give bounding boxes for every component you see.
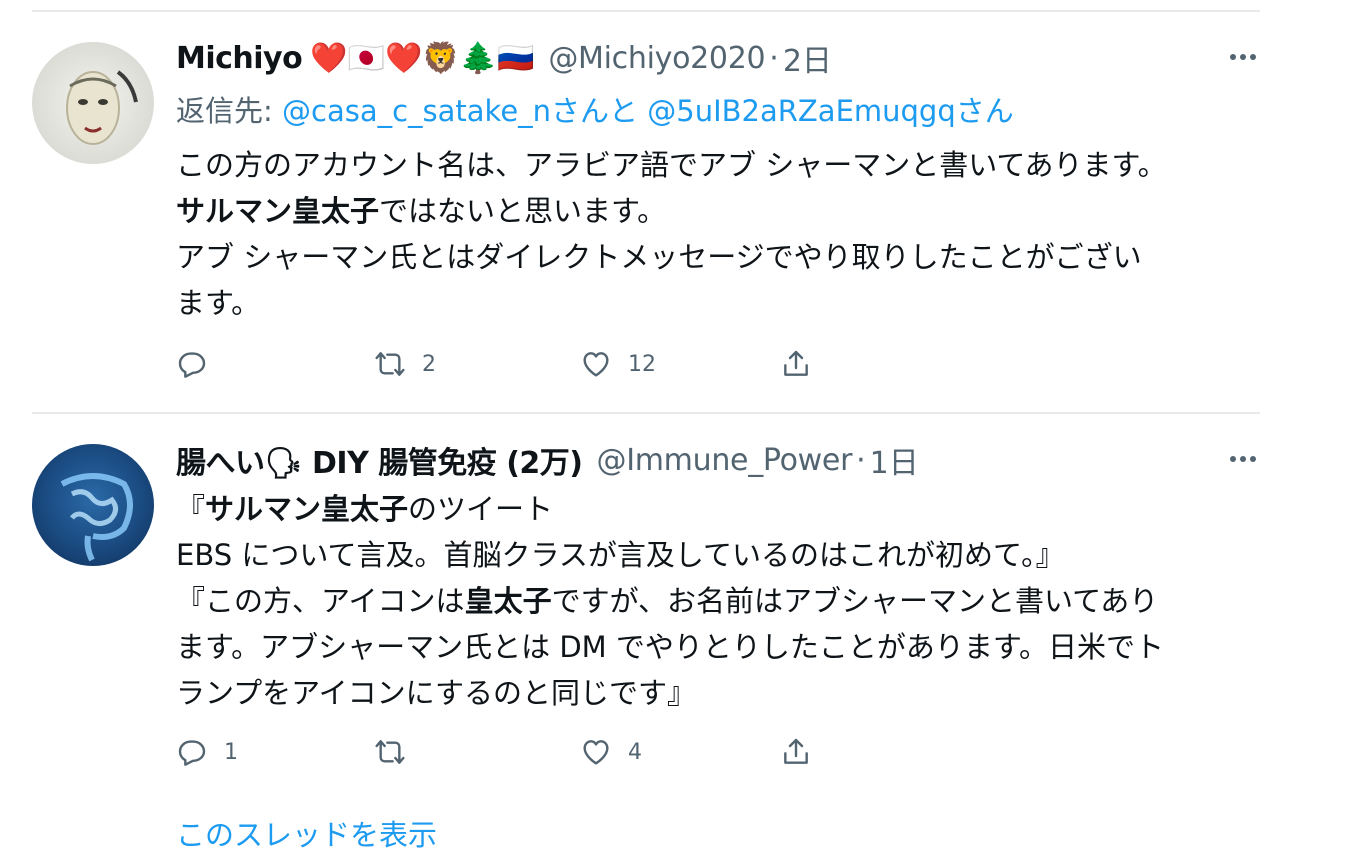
like-count: 12 [628, 351, 656, 377]
share-icon [784, 738, 808, 764]
like-count: 4 [628, 739, 642, 765]
reply-button[interactable] [176, 346, 224, 382]
text-line: 『この方、アイコンは皇太子ですが、お名前はアブシャーマンと書いてあり [176, 584, 1159, 618]
avatar[interactable] [32, 444, 154, 566]
retweet-icon [375, 352, 405, 376]
show-thread-link[interactable]: このスレッドを表示 [176, 812, 437, 854]
timestamp[interactable]: 1日 [870, 438, 919, 482]
like-button[interactable]: 12 [580, 346, 656, 382]
text-line: サルマン皇太子ではないと思います。 [176, 194, 667, 228]
reply-icon [178, 352, 206, 378]
more-options-icon[interactable] [1228, 42, 1258, 72]
intestine-avatar-image [60, 473, 133, 562]
user-handle[interactable]: @Michiyo2020 [548, 41, 765, 76]
share-button[interactable] [780, 734, 812, 770]
text-line: ます。 [176, 286, 261, 320]
reply-count: 1 [224, 739, 238, 765]
heart-icon [583, 740, 609, 765]
tweet-header: 腸へい🗣 DIY 腸管免疫 (2万) @Immune_Power · 1日 [176, 438, 919, 482]
tweet-2[interactable]: 腸へい🗣 DIY 腸管免疫 (2万) @Immune_Power · 1日 『サ… [0, 414, 1360, 863]
name-emojis: ❤️🇯🇵❤️🦁🌲🇷🇺 [310, 40, 535, 76]
tweet-text: 『サルマン皇太子のツイート EBS について言及。首脳クラスが言及しているのはこ… [176, 486, 1266, 716]
retweet-icon [375, 740, 405, 764]
heart-icon [583, 352, 609, 377]
display-name[interactable]: 腸へい🗣 DIY 腸管免疫 (2万) [176, 438, 583, 482]
reply-context: 返信先: @casa_c_satake_nさんと @5uIB2aRZaEmuqg… [176, 88, 1014, 130]
share-icon [784, 350, 808, 376]
tweet-1[interactable]: Michiyo ❤️🇯🇵❤️🦁🌲🇷🇺 @Michiyo2020 · 2日 返信先… [0, 0, 1360, 410]
text-line: EBS について言及。首脳クラスが言及しているのはこれが初めて。』 [176, 538, 1065, 572]
text-line: この方のアカウント名は、アラビア語でアブ シャーマンと書いてあります。 [176, 148, 1167, 182]
user-handle[interactable]: @Immune_Power [597, 443, 853, 478]
text-line: ランプをアイコンにするのと同じです』 [176, 676, 696, 710]
timestamp[interactable]: 2日 [783, 36, 832, 80]
separator-dot: · [769, 40, 779, 76]
retweet-button[interactable] [374, 734, 422, 770]
separator-dot: · [856, 442, 866, 478]
display-name[interactable]: Michiyo [176, 41, 303, 76]
tweet-actions: 1 4 [176, 734, 836, 770]
share-button[interactable] [780, 346, 812, 382]
tweet-text: この方のアカウント名は、アラビア語でアブ シャーマンと書いてあります。 サルマン… [176, 142, 1266, 326]
reply-button[interactable]: 1 [176, 734, 238, 770]
tweet-header: Michiyo ❤️🇯🇵❤️🦁🌲🇷🇺 @Michiyo2020 · 2日 [176, 36, 832, 80]
retweet-button[interactable]: 2 [374, 346, 436, 382]
reply-user-link-1[interactable]: @casa_c_satake_n [282, 94, 551, 128]
text-line: アブ シャーマン氏とはダイレクトメッセージでやり取りしたことがござい [176, 240, 1142, 274]
reply-prefix: 返信先: [176, 94, 282, 128]
reply-mid-text: さんと [551, 94, 639, 128]
reply-suffix-text: さん [955, 94, 1014, 128]
reply-icon [178, 740, 206, 766]
avatar[interactable] [32, 42, 154, 164]
noh-mask-avatar-image [66, 70, 138, 145]
tweet-actions: 2 12 [176, 346, 836, 382]
reply-user-link-2[interactable]: @5uIB2aRZaEmuqgq [647, 94, 955, 128]
text-line: 『サルマン皇太子のツイート [176, 492, 554, 526]
text-line: ます。アブシャーマン氏とは DM でやりとりしたことがあります。日米でト [176, 630, 1164, 664]
more-options-icon[interactable] [1228, 444, 1258, 474]
retweet-count: 2 [422, 351, 436, 377]
like-button[interactable]: 4 [580, 734, 642, 770]
